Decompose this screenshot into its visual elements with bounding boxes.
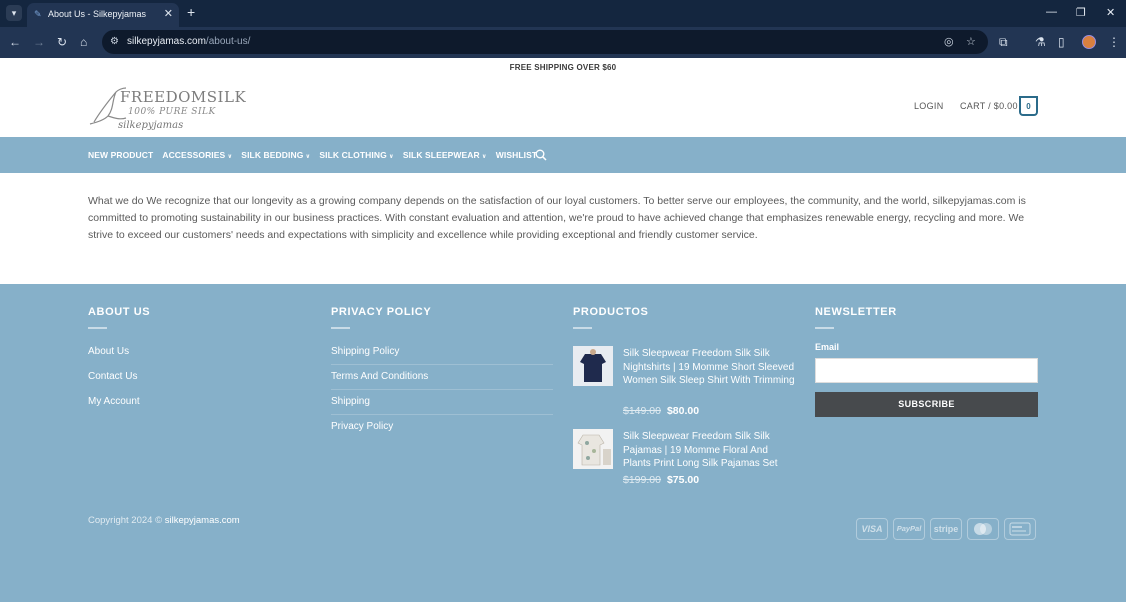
- login-link[interactable]: LOGIN: [914, 101, 944, 111]
- copyright-text: Copyright 2024 © silkepyjamas.com: [88, 515, 240, 526]
- product-title[interactable]: Silk Sleepwear Freedom Silk Silk Pajamas…: [623, 430, 795, 471]
- free-shipping-banner: FREE SHIPPING OVER $60: [509, 63, 617, 72]
- footer-newsletter-title: NEWSLETTER: [815, 306, 897, 318]
- cart-count-badge[interactable]: 0: [1019, 96, 1038, 116]
- visa-icon: VISA: [856, 518, 888, 540]
- side-panel-icon[interactable]: ▯: [1058, 35, 1065, 49]
- footer-link-terms[interactable]: Terms And Conditions: [331, 371, 428, 382]
- url-text[interactable]: silkepyjamas.com/about-us/: [127, 36, 250, 47]
- back-icon[interactable]: ←: [9, 35, 21, 49]
- reload-icon[interactable]: ↻: [57, 35, 67, 49]
- new-tab-icon[interactable]: +: [187, 4, 195, 20]
- browser-tab[interactable]: ✎ About Us - Silkepyjamas ✕: [27, 3, 179, 27]
- site-info-icon[interactable]: ⚙: [110, 36, 119, 47]
- email-field[interactable]: [815, 358, 1038, 383]
- link-divider: [331, 364, 553, 365]
- close-window-icon[interactable]: ✕: [1106, 6, 1115, 19]
- nav-silk-bedding[interactable]: SILK BEDDING ∨: [241, 150, 310, 160]
- eye-off-icon[interactable]: ◎: [944, 35, 954, 48]
- product-thumbnail-pajamas[interactable]: [573, 429, 613, 469]
- close-tab-icon[interactable]: ✕: [164, 7, 173, 20]
- footer-link-privacy-policy[interactable]: Privacy Policy: [331, 421, 393, 432]
- browser-tab-strip: ▾ ✎ About Us - Silkepyjamas ✕ + — ❐ ✕: [0, 0, 1126, 27]
- chevron-down-icon: ∨: [481, 154, 487, 160]
- cart-link[interactable]: CART / $0.00: [960, 101, 1018, 111]
- footer-link-my-account[interactable]: My Account: [88, 396, 140, 407]
- link-divider: [331, 389, 553, 390]
- product-title[interactable]: Silk Sleepwear Freedom Silk Silk Nightsh…: [623, 347, 795, 388]
- footer-link-contact-us[interactable]: Contact Us: [88, 371, 137, 382]
- home-icon[interactable]: ⌂: [80, 35, 87, 49]
- search-icon[interactable]: [535, 149, 547, 161]
- footer-products-title: PRODUCTOS: [573, 306, 649, 318]
- nav-wishlist[interactable]: WISHLIST: [496, 150, 537, 160]
- nav-new-product[interactable]: NEW PRODUCT: [88, 150, 153, 160]
- product-price: $199.00 $75.00: [623, 474, 700, 486]
- extensions-icon[interactable]: ⧉: [999, 35, 1008, 50]
- tab-title: About Us - Silkepyjamas: [48, 9, 147, 19]
- browser-menu-icon[interactable]: ⋮: [1108, 35, 1120, 49]
- browser-toolbar: ← → ↻ ⌂ ⚙ silkepyjamas.com/about-us/ ◎ ☆…: [0, 27, 1126, 58]
- copyright-site-link[interactable]: silkepyjamas.com: [165, 515, 240, 526]
- forward-icon[interactable]: →: [33, 35, 45, 49]
- footer-link-shipping-policy[interactable]: Shipping Policy: [331, 346, 399, 357]
- paypal-icon: PayPal: [893, 518, 925, 540]
- link-divider: [331, 414, 553, 415]
- product-price: $149.00 $80.00: [623, 405, 700, 417]
- generic-card-icon: [1004, 518, 1036, 540]
- profile-avatar[interactable]: [1082, 35, 1096, 49]
- footer-link-shipping[interactable]: Shipping: [331, 396, 370, 407]
- email-label: Email: [815, 342, 840, 352]
- title-divider: [815, 327, 834, 329]
- address-bar[interactable]: ⚙ silkepyjamas.com/about-us/ ◎ ☆: [102, 30, 988, 54]
- web-page: FREE SHIPPING OVER $60 FREEDOMSILK 100% …: [0, 58, 1126, 602]
- about-us-text: What we do We recognize that our longevi…: [88, 195, 1026, 241]
- title-divider: [573, 327, 592, 329]
- chevron-down-icon: ∨: [388, 154, 394, 160]
- title-divider: [88, 327, 107, 329]
- chevron-down-icon: ∨: [305, 154, 311, 160]
- footer-link-about-us[interactable]: About Us: [88, 346, 129, 357]
- site-logo[interactable]: FREEDOMSILK 100% PURE SILK silkepyjamas: [88, 80, 246, 134]
- nav-silk-clothing[interactable]: SILK CLOTHING ∨: [319, 150, 393, 160]
- site-favicon-icon: ✎: [34, 9, 42, 19]
- restore-icon[interactable]: ❐: [1076, 6, 1086, 19]
- nav-accessories[interactable]: ACCESSORIES ∨: [162, 150, 232, 160]
- footer-about-title: ABOUT US: [88, 306, 151, 318]
- bookmark-star-icon[interactable]: ☆: [966, 35, 976, 48]
- site-footer: ABOUT US About Us Contact Us My Account …: [0, 284, 1126, 602]
- main-navigation: NEW PRODUCT ACCESSORIES ∨ SILK BEDDING ∨ S…: [0, 137, 1126, 173]
- logo-sub-text: 100% PURE SILK: [128, 107, 216, 117]
- labs-icon[interactable]: ⚗: [1035, 35, 1046, 49]
- subscribe-button[interactable]: SUBSCRIBE: [815, 392, 1038, 417]
- tab-search-icon[interactable]: ▾: [6, 5, 22, 21]
- product-thumbnail-nightshirt[interactable]: [573, 346, 613, 386]
- logo-main-text: FREEDOMSILK: [120, 88, 247, 106]
- chevron-down-icon: ∨: [227, 154, 233, 160]
- footer-privacy-title: PRIVACY POLICY: [331, 306, 432, 318]
- title-divider: [331, 327, 350, 329]
- logo-script-text: silkepyjamas: [118, 120, 184, 131]
- mastercard-icon: [967, 518, 999, 540]
- nav-silk-sleepwear[interactable]: SILK SLEEPWEAR ∨: [403, 150, 487, 160]
- minimize-icon[interactable]: —: [1046, 6, 1057, 18]
- stripe-icon: stripe: [930, 518, 962, 540]
